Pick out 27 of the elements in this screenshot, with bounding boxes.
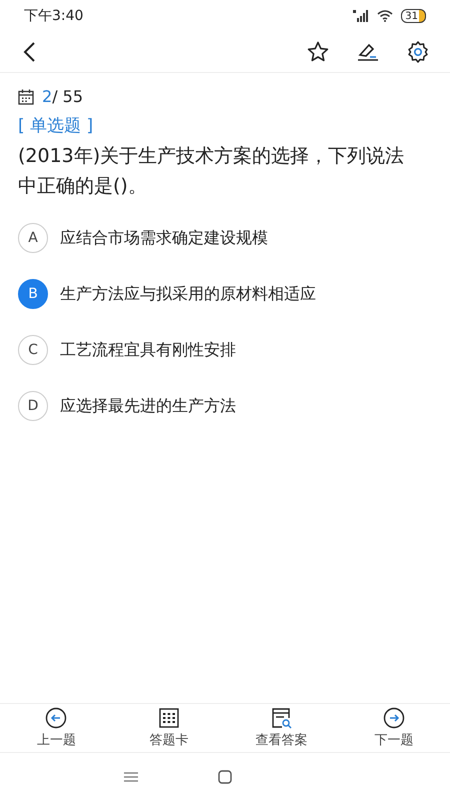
question-number: 2: [42, 87, 52, 106]
grid-icon: [158, 707, 180, 729]
star-icon[interactable]: [306, 40, 330, 64]
wifi-icon: [377, 10, 394, 22]
status-time: 下午3:40: [24, 7, 84, 25]
option-letter[interactable]: C: [18, 335, 48, 365]
settings-icon[interactable]: [406, 40, 430, 64]
home-icon[interactable]: [218, 770, 232, 784]
question-total: / 55: [52, 87, 84, 106]
option-letter[interactable]: D: [18, 391, 48, 421]
battery-icon: 31: [401, 9, 426, 23]
prev-button[interactable]: 上一题: [0, 704, 112, 752]
answer-button[interactable]: 查看答案: [225, 704, 338, 752]
option-text[interactable]: 应结合市场需求确定建设规模: [60, 228, 268, 248]
next-button[interactable]: 下一题: [338, 704, 450, 752]
question-type: [ 单选题 ]: [18, 115, 94, 137]
calendar-icon: [18, 88, 34, 104]
option-text[interactable]: 生产方法应与拟采用的原材料相适应: [60, 284, 316, 304]
option-letter[interactable]: B: [18, 279, 48, 309]
menu-icon[interactable]: [124, 772, 138, 782]
document-search-icon: [270, 707, 292, 729]
signal-icon: [353, 10, 370, 22]
question-text: (2013年)关于生产技术方案的选择，下列说法中正确的是()。: [18, 144, 406, 199]
option-letter[interactable]: A: [18, 223, 48, 253]
option-text[interactable]: 应选择最先进的生产方法: [60, 396, 236, 416]
card-button[interactable]: 答题卡: [112, 704, 225, 752]
option-text[interactable]: 工艺流程宜具有刚性安排: [60, 340, 236, 360]
